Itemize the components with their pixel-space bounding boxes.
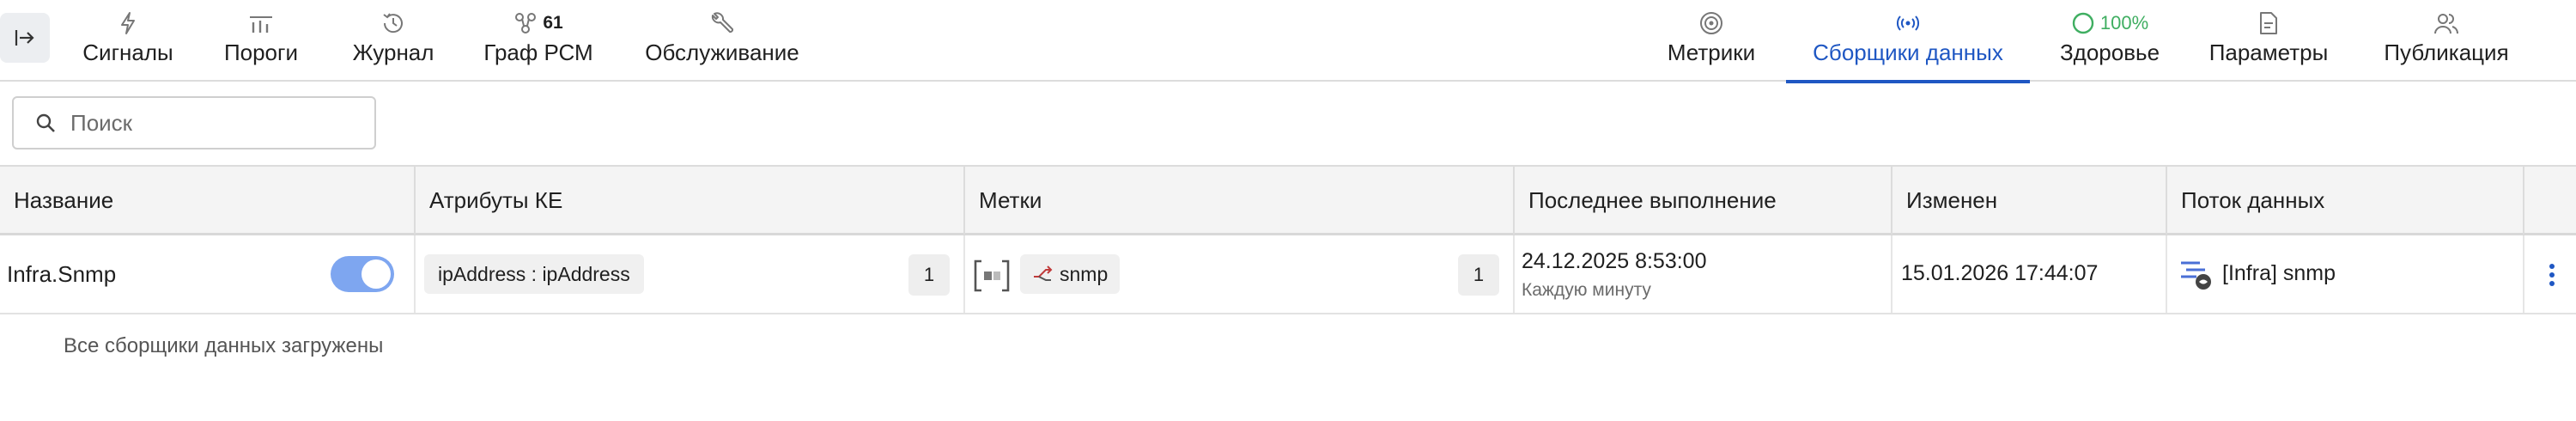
tab-data-collectors[interactable]: Сборщики данных — [1786, 0, 2030, 83]
cell-labels: snmp 1 — [965, 235, 1515, 313]
tab-publication[interactable]: Публикация — [2382, 0, 2511, 82]
tab-journal[interactable]: Журнал — [352, 0, 434, 82]
tab-maintenance-label: Обслуживание — [645, 40, 799, 65]
tab-signals-label: Сигналы — [82, 40, 173, 65]
cell-last-run: 24.12.2025 8:53:00 Каждую минуту — [1515, 235, 1893, 313]
data-flow-icon — [2181, 261, 2211, 290]
expand-sidebar-button[interactable] — [0, 13, 50, 63]
tab-thresholds[interactable]: Пороги — [222, 0, 301, 82]
more-dot — [2549, 264, 2555, 269]
tab-metrics[interactable]: Метрики — [1666, 0, 1757, 82]
more-dot — [2549, 272, 2555, 278]
tab-rsm-graph[interactable]: 61 Граф РСМ — [483, 0, 593, 82]
tab-health-label: Здоровье — [2059, 40, 2160, 65]
column-header-name[interactable]: Название — [0, 167, 416, 235]
health-ring-icon — [2072, 12, 2094, 34]
label-count[interactable]: 1 — [1458, 254, 1499, 296]
data-flow-name: [Infra] snmp — [2222, 261, 2336, 285]
graph-count-badge: 61 — [543, 13, 563, 33]
metrics-icon — [1700, 12, 1722, 34]
column-header-modified[interactable]: Изменен — [1893, 167, 2167, 235]
more-dot — [2549, 281, 2555, 286]
tab-data-collectors-label: Сборщики данных — [1813, 40, 2003, 65]
table-header: Название Атрибуты КЕ Метки Последнее вып… — [0, 165, 2576, 235]
health-percent-badge: 100% — [2099, 12, 2149, 34]
tab-parameters[interactable]: Параметры — [2208, 0, 2329, 82]
last-run-time: 24.12.2025 8:53:00 — [1522, 249, 1707, 273]
history-icon — [383, 13, 403, 34]
cell-name: Infra.Snmp — [0, 235, 416, 313]
tab-thresholds-label: Пороги — [223, 40, 299, 65]
modified-time: 15.01.2026 17:44:07 — [1901, 261, 2099, 285]
label-chip-text: snmp — [1060, 262, 1109, 285]
schedule-text: Каждую минуту — [1522, 280, 1651, 300]
label-brackets-icon — [974, 259, 1010, 292]
graph-icon — [515, 13, 537, 34]
tab-metrics-label: Метрики — [1667, 40, 1756, 65]
cell-data-flow[interactable]: [Infra] snmp — [2167, 235, 2524, 313]
cell-attributes: ipAddress : ipAddress 1 — [416, 235, 965, 313]
attribute-count[interactable]: 1 — [908, 254, 950, 296]
wrench-icon — [711, 12, 734, 34]
search-input[interactable] — [69, 108, 364, 137]
tab-maintenance[interactable]: Обслуживание — [644, 0, 800, 82]
thresholds-icon — [250, 16, 272, 33]
collector-name: Infra.Snmp — [7, 261, 117, 287]
column-header-data-flow[interactable]: Поток данных — [2167, 167, 2524, 235]
signal-icon — [1897, 15, 1919, 31]
label-chip: snmp — [1020, 254, 1121, 294]
table-row[interactable]: Infra.Snmp ipAddress : ipAddress 1 snmp … — [0, 235, 2576, 314]
tab-rsm-graph-label: Граф РСМ — [483, 40, 593, 65]
users-icon — [2434, 14, 2458, 34]
tab-journal-label: Журнал — [352, 40, 434, 65]
tab-publication-label: Публикация — [2384, 40, 2509, 65]
column-header-attributes[interactable]: Атрибуты КЕ — [416, 167, 965, 235]
lightning-icon — [121, 12, 135, 34]
load-status-text: Все сборщики данных загружены — [64, 334, 384, 357]
cell-modified: 15.01.2026 17:44:07 — [1893, 235, 2167, 313]
column-header-last-run[interactable]: Последнее выполнение — [1515, 167, 1893, 235]
enabled-toggle[interactable] — [331, 256, 394, 292]
tag-branch-icon — [1034, 265, 1053, 281]
attribute-chip: ipAddress : ipAddress — [424, 254, 644, 294]
column-header-labels[interactable]: Метки — [965, 167, 1515, 235]
tab-health[interactable]: 100% Здоровье — [2054, 0, 2166, 82]
row-more-button[interactable] — [2542, 258, 2562, 292]
search-box — [12, 96, 376, 149]
search-icon — [36, 113, 55, 132]
expand-arrow-icon — [15, 30, 34, 46]
tab-signals[interactable]: Сигналы — [81, 0, 175, 82]
toggle-knob — [361, 259, 391, 289]
tab-parameters-label: Параметры — [2208, 40, 2329, 65]
top-navigation: Сигналы Пороги Журнал 61 Граф РСМ Обслуж… — [0, 0, 2576, 83]
document-icon — [2260, 12, 2277, 34]
